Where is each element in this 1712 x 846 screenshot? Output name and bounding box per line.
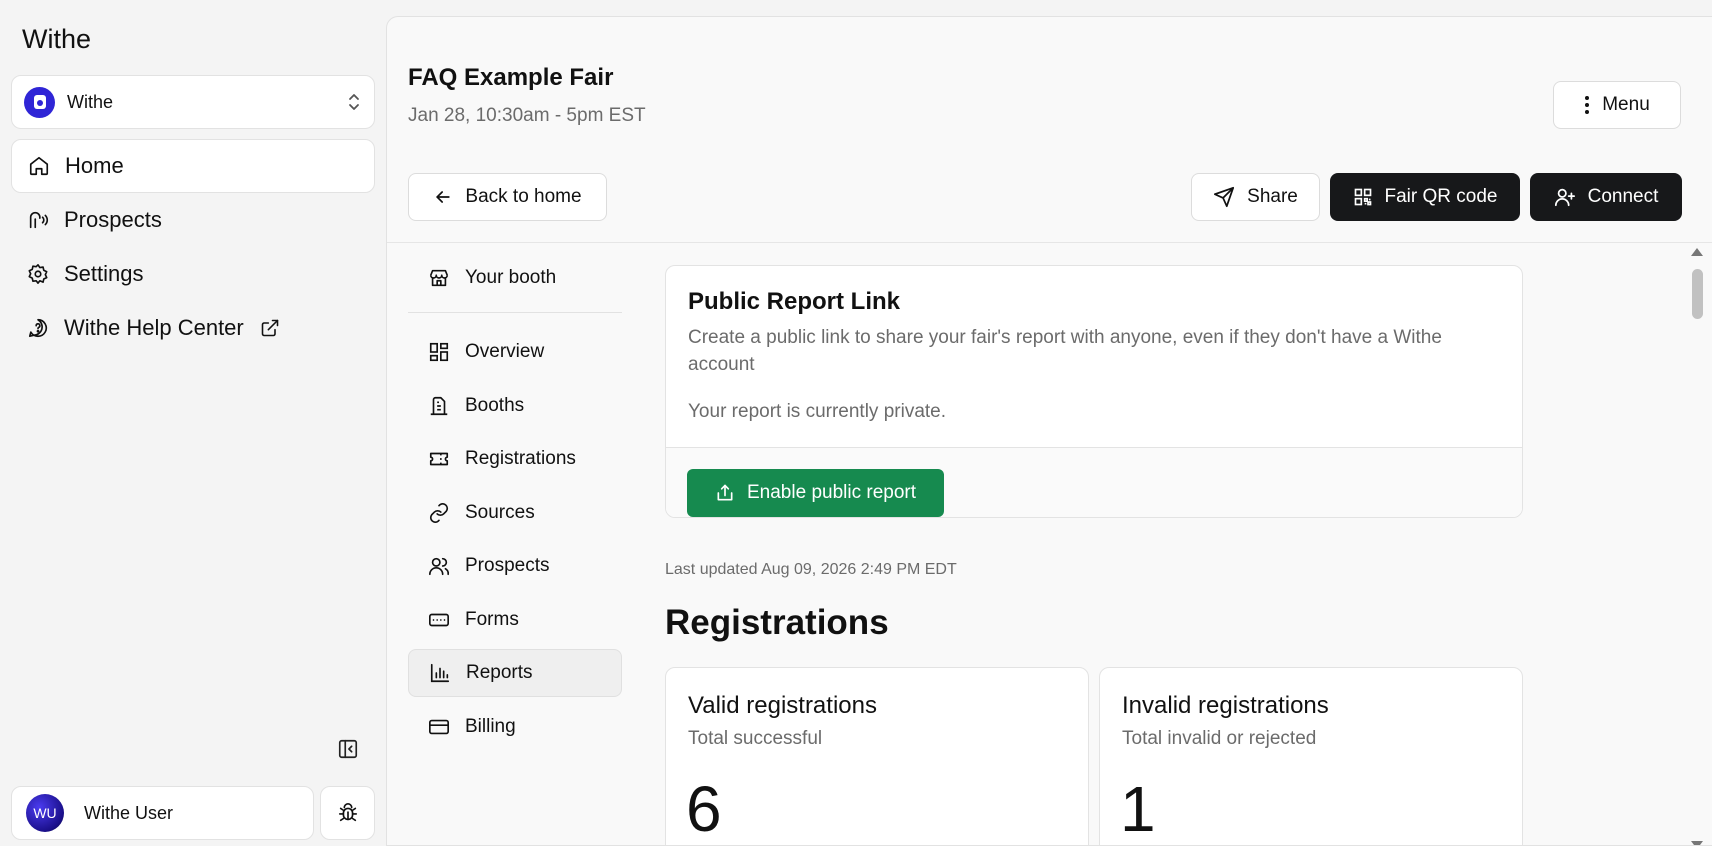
fair-subnav: Your booth Overview Booths Registrations: [408, 254, 622, 756]
credit-card-icon: [428, 716, 450, 738]
sidebar-item-prospects[interactable]: Prospects: [11, 193, 375, 247]
form-icon: [428, 609, 450, 631]
subnav-label: Forms: [465, 608, 519, 630]
sidebar-item-help-center[interactable]: Withe Help Center: [11, 301, 375, 355]
bar-chart-icon: [429, 662, 451, 684]
sidebar-nav: Home Prospects Settings Withe Help Cente…: [11, 139, 375, 355]
header-divider: [387, 242, 1712, 243]
report-bug-button[interactable]: [320, 786, 375, 840]
registrations-section-title: Registrations: [665, 603, 889, 642]
fair-qr-code-button[interactable]: Fair QR code: [1330, 173, 1520, 221]
public-report-description: Create a public link to share your fair'…: [688, 327, 1442, 375]
subnav-item-sources[interactable]: Sources: [408, 489, 622, 537]
subnav-item-registrations[interactable]: Registrations: [408, 435, 622, 483]
scrollbar-thumb[interactable]: [1692, 269, 1703, 319]
content-scrollbar[interactable]: [1683, 243, 1712, 845]
share-button-label: Share: [1247, 186, 1298, 207]
stat-value: 6: [686, 773, 722, 845]
public-report-footer: Enable public report: [666, 447, 1522, 517]
back-button-label: Back to home: [465, 186, 582, 207]
stat-value: 1: [1120, 773, 1156, 845]
stat-subtitle: Total invalid or rejected: [1122, 728, 1317, 749]
org-switcher[interactable]: Withe: [11, 75, 375, 129]
sidebar-item-label: Settings: [64, 261, 144, 286]
grid-icon: [428, 341, 450, 363]
external-link-icon: [260, 318, 280, 338]
qr-button-label: Fair QR code: [1384, 186, 1498, 207]
subnav-item-overview[interactable]: Overview: [408, 328, 622, 376]
subnav-item-prospects[interactable]: Prospects: [408, 542, 622, 590]
qr-code-icon: [1353, 187, 1373, 207]
gear-icon: [27, 263, 49, 285]
app-title: Withe: [22, 24, 92, 54]
subnav-item-reports[interactable]: Reports: [408, 649, 622, 697]
sidebar-item-home[interactable]: Home: [11, 139, 375, 193]
scroll-up-arrow-icon[interactable]: [1691, 248, 1703, 256]
subnav-label: Registrations: [465, 448, 576, 469]
subnav-label: Sources: [465, 501, 535, 523]
public-report-status: Your report is currently private.: [688, 401, 947, 422]
subnav-item-forms[interactable]: Forms: [408, 596, 622, 644]
chevron-up-down-icon: [346, 91, 362, 113]
share-button[interactable]: Share: [1191, 173, 1320, 221]
store-icon: [428, 267, 450, 289]
last-updated-text: Last updated Aug 09, 2026 2:49 PM EDT: [665, 561, 957, 578]
sidebar: Withe Withe Home Prospects Settings With…: [0, 0, 385, 846]
public-report-card: Public Report Link Create a public link …: [665, 265, 1523, 518]
send-icon: [1213, 186, 1235, 208]
subnav-label: Billing: [465, 715, 516, 737]
public-report-title: Public Report Link: [688, 288, 901, 315]
subnav-label: Booths: [465, 394, 525, 416]
building-icon: [428, 395, 450, 417]
stat-title: Invalid registrations: [1122, 692, 1329, 719]
stat-title: Valid registrations: [688, 692, 877, 719]
user-menu[interactable]: WU Withe User: [11, 786, 314, 840]
bug-icon: [337, 802, 359, 824]
back-to-home-button[interactable]: Back to home: [408, 173, 607, 221]
connect-button[interactable]: Connect: [1530, 173, 1682, 221]
subnav-label: Your booth: [465, 267, 557, 288]
arrow-left-icon: [433, 187, 453, 207]
upload-icon: [715, 483, 735, 503]
connect-button-label: Connect: [1587, 186, 1659, 207]
sidebar-item-settings[interactable]: Settings: [11, 247, 375, 301]
home-icon: [28, 155, 50, 177]
org-logo-icon: [24, 86, 55, 118]
prospects-icon: [27, 209, 49, 231]
avatar: WU: [26, 794, 64, 832]
fair-date: Jan 28, 10:30am - 5pm EST: [408, 105, 646, 126]
enable-button-label: Enable public report: [747, 482, 916, 503]
sidebar-item-label: Prospects: [64, 207, 162, 232]
menu-button-label: Menu: [1602, 94, 1650, 115]
stat-subtitle: Total successful: [688, 728, 823, 749]
scroll-down-arrow-icon[interactable]: [1691, 841, 1703, 845]
more-vertical-icon: [1584, 95, 1590, 115]
user-name: Withe User: [84, 802, 174, 823]
valid-registrations-card: Valid registrations Total successful 6: [665, 667, 1089, 845]
users-icon: [428, 555, 450, 577]
main-panel: FAQ Example Fair Jan 28, 10:30am - 5pm E…: [386, 16, 1712, 846]
subnav-label: Reports: [466, 662, 533, 683]
subnav-label: Prospects: [465, 555, 550, 576]
menu-button[interactable]: Menu: [1553, 81, 1681, 129]
subnav-item-booths[interactable]: Booths: [408, 382, 622, 430]
invalid-registrations-card: Invalid registrations Total invalid or r…: [1099, 667, 1523, 845]
subnav-item-your-booth[interactable]: Your booth: [408, 254, 622, 302]
subnav-item-billing[interactable]: Billing: [408, 703, 622, 751]
subnav-label: Overview: [465, 341, 545, 362]
sidebar-item-label: Home: [65, 153, 124, 178]
subnav-divider: [408, 312, 622, 313]
link-icon: [428, 502, 450, 524]
ticket-icon: [428, 448, 450, 470]
enable-public-report-button[interactable]: Enable public report: [687, 469, 944, 517]
user-plus-icon: [1554, 186, 1576, 208]
org-name: Withe: [67, 91, 114, 112]
help-icon: [27, 317, 49, 339]
collapse-sidebar-icon[interactable]: [337, 738, 359, 760]
page-title: FAQ Example Fair: [408, 64, 614, 91]
sidebar-item-label: Withe Help Center: [64, 315, 244, 340]
